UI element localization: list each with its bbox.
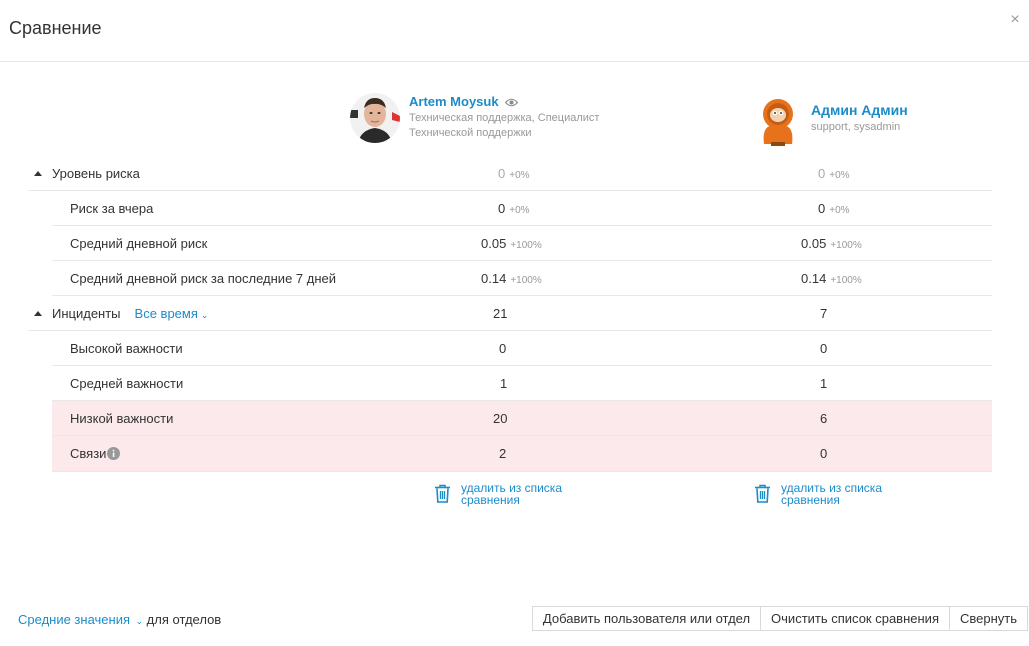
value-cell: 0.05 +100% [481,236,542,251]
value-cell: 0 [820,341,828,356]
user-subtitle: support, sysadmin [811,121,901,133]
user-photo-icon [350,93,400,143]
info-icon[interactable] [107,447,121,463]
value-cell: 21 [493,306,508,321]
user-name-link[interactable]: Админ Админ [811,102,908,118]
user-name-link[interactable]: Artem Moysuk [409,94,519,110]
section-label: Уровень риска [52,166,140,181]
table-row-highlighted: Низкой важности 20 6 [52,401,992,436]
value-cell: 0 +0% [498,166,530,181]
user-name: Artem Moysuk [409,94,499,109]
user-card-2: Админ Админ support, sysadmin [754,92,994,148]
collapse-button[interactable]: Свернуть [948,606,1028,631]
period-filter-dropdown[interactable]: Все время ⌄ [135,306,209,321]
table-row: Высокой важности 0 0 [52,331,992,366]
user-subtitle: Техническая поддержка, Специалист Технич… [409,112,600,139]
clear-comparison-button[interactable]: Очистить список сравнения [760,606,950,631]
row-label: Риск за вчера [70,201,154,216]
eye-icon[interactable] [504,95,519,110]
value-cell: 6 [820,411,828,426]
value-cell: 0 +0% [818,166,850,181]
value-cell: 0.14 +100% [801,271,862,286]
table-row: Средний дневной риск 0.05 +100% 0.05 +100% [52,226,992,261]
table-row: Риск за вчера 0 +0% 0 +0% [52,191,992,226]
dialog-header: Сравнение × [0,0,1029,62]
avatar [350,92,400,144]
value-cell: 0 +0% [498,201,530,216]
add-user-or-department-button[interactable]: Добавить пользователя или отдел [531,606,762,631]
row-label: Высокой важности [70,341,183,356]
averages-control: Средние значения ⌄ для отделов [18,612,221,627]
remove-label: удалить из списка сравнения [461,481,562,507]
value-cell: 0.05 +100% [801,236,862,251]
collapse-toggle-icon[interactable] [34,171,42,176]
dialog-title: Сравнение [9,18,102,38]
value-cell: 2 [499,446,507,461]
comparison-table: Уровень риска 0 +0% 0 +0% Риск за вчера 0 +… [28,156,992,472]
footer-button-group: Добавить пользователя или отдел Очистить… [531,606,1028,631]
avatar [758,96,798,146]
row-label: Связи [70,446,121,463]
row-label: Средний дневной риск за последние 7 дней [70,271,337,286]
row-label: Низкой важности [70,411,174,426]
collapse-toggle-icon[interactable] [34,311,42,316]
trash-icon [434,484,451,506]
row-label: Средний дневной риск [70,236,208,251]
row-label: Средней важности [70,376,184,391]
value-cell: 20 [493,411,508,426]
remove-label: удалить из списка сравнения [781,481,882,507]
value-cell: 1 [500,376,508,391]
value-cell: 0 [499,341,507,356]
averages-suffix: для отделов [146,612,222,627]
value-cell: 0 +0% [818,201,850,216]
character-avatar-icon [763,99,793,146]
value-cell: 0.14 +100% [481,271,542,286]
value-cell: 7 [820,306,828,321]
chevron-down-icon: ⌄ [133,616,144,626]
value-cell: 1 [820,376,828,391]
table-row: Средней важности 1 1 [52,366,992,401]
trash-icon [754,484,771,506]
averages-dropdown[interactable]: Средние значения ⌄ [18,612,143,627]
close-icon[interactable]: × [1007,12,1023,28]
table-row: Средний дневной риск за последние 7 дней… [52,261,992,296]
section-row-incidents: Инциденты Все время ⌄ 21 7 [28,296,992,331]
chevron-down-icon: ⌄ [200,310,209,320]
section-row-risk: Уровень риска 0 +0% 0 +0% [28,156,992,191]
table-row-highlighted: Связи 2 0 [52,436,992,472]
section-label: Инциденты Все время ⌄ [52,306,209,321]
value-cell: 0 [820,446,828,461]
user-card-1: Artem Moysuk Техническая поддержка, Спец… [350,92,650,148]
